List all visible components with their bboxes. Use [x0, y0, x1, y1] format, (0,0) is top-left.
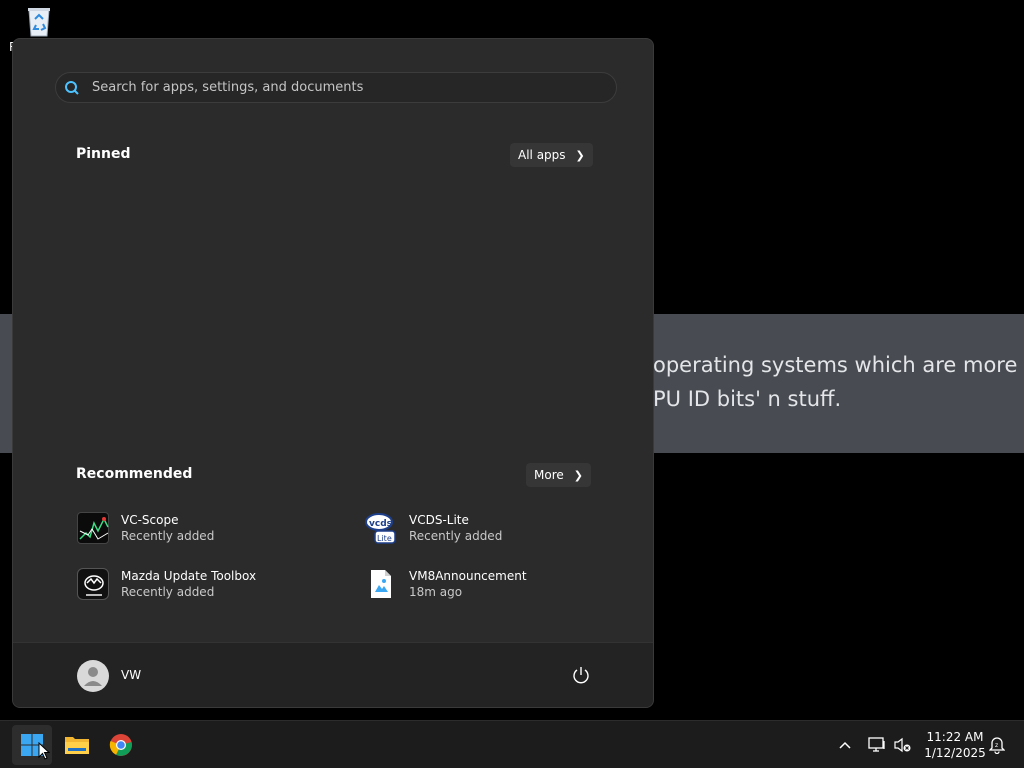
recommended-title: Recommended [76, 466, 193, 482]
svg-text:Lite: Lite [377, 534, 392, 543]
all-apps-button[interactable]: All apps ❯ [510, 143, 593, 167]
mazda-icon [77, 568, 109, 600]
all-apps-label: All apps [518, 148, 566, 162]
recommended-item-subtitle: Recently added [121, 529, 215, 543]
user-name[interactable]: VW [121, 668, 141, 682]
image-file-icon [365, 568, 397, 600]
more-label: More [534, 468, 564, 482]
pinned-title: Pinned [76, 146, 131, 162]
show-hidden-icons-button[interactable] [834, 721, 856, 768]
chrome-icon [109, 734, 132, 756]
chevron-right-icon: ❯ [573, 468, 583, 482]
power-icon [573, 667, 589, 684]
recommended-item-subtitle: Recently added [121, 585, 215, 599]
recommended-item-subtitle: 18m ago [409, 585, 463, 599]
vcds-lite-icon: vcds Lite [365, 512, 397, 544]
clock-time: 11:22 AM [926, 730, 984, 744]
more-button[interactable]: More ❯ [526, 463, 591, 487]
search-icon [65, 80, 79, 95]
background-window-text: operating systems which are more PU ID b… [653, 353, 1018, 411]
notifications-button[interactable]: z [986, 721, 1008, 768]
chevron-up-icon [839, 741, 851, 749]
search-placeholder: Search for apps, settings, and documents [92, 80, 364, 95]
recommended-item-vc-scope[interactable]: VC-Scope Recently added [77, 508, 347, 548]
recommended-item-name: VC-Scope [121, 513, 179, 527]
notification-bell-icon: z [989, 737, 1005, 754]
vc-scope-icon [77, 512, 109, 544]
start-menu: Search for apps, settings, and documents… [12, 38, 654, 708]
recommended-item-mazda-update-toolbox[interactable]: Mazda Update Toolbox Recently added [77, 564, 347, 604]
recommended-item-subtitle: Recently added [409, 529, 503, 543]
file-explorer-button[interactable] [57, 725, 97, 765]
avatar[interactable] [77, 660, 109, 692]
svg-text:vcds: vcds [369, 519, 392, 529]
clock-date: 1/12/2025 [924, 746, 986, 760]
start-menu-footer: VW [13, 642, 653, 707]
recycle-bin-icon[interactable] [24, 6, 54, 38]
recommended-item-name: Mazda Update Toolbox [121, 569, 257, 583]
recommended-item-vcds-lite[interactable]: vcds Lite VCDS-Lite Recently added [365, 508, 635, 548]
taskbar: 11:22 AM 1/12/2025 z [0, 720, 1024, 768]
mouse-cursor-icon [38, 742, 50, 760]
folder-icon [65, 737, 89, 754]
speaker-muted-icon [894, 737, 911, 753]
network-button[interactable] [866, 721, 888, 768]
chevron-right-icon: ❯ [575, 148, 585, 162]
network-icon [868, 737, 885, 752]
search-input[interactable]: Search for apps, settings, and documents [55, 72, 617, 103]
recommended-item-name: VM8Announcement [409, 569, 527, 583]
recommended-item-name: VCDS-Lite [409, 513, 469, 527]
recommended-item-vm8announcement[interactable]: VM8Announcement 18m ago [365, 564, 635, 604]
clock[interactable]: 11:22 AM 1/12/2025 [920, 729, 990, 761]
volume-button[interactable] [892, 721, 914, 768]
chrome-button[interactable] [101, 725, 141, 765]
svg-text:z: z [995, 742, 998, 749]
power-button[interactable] [569, 663, 593, 687]
